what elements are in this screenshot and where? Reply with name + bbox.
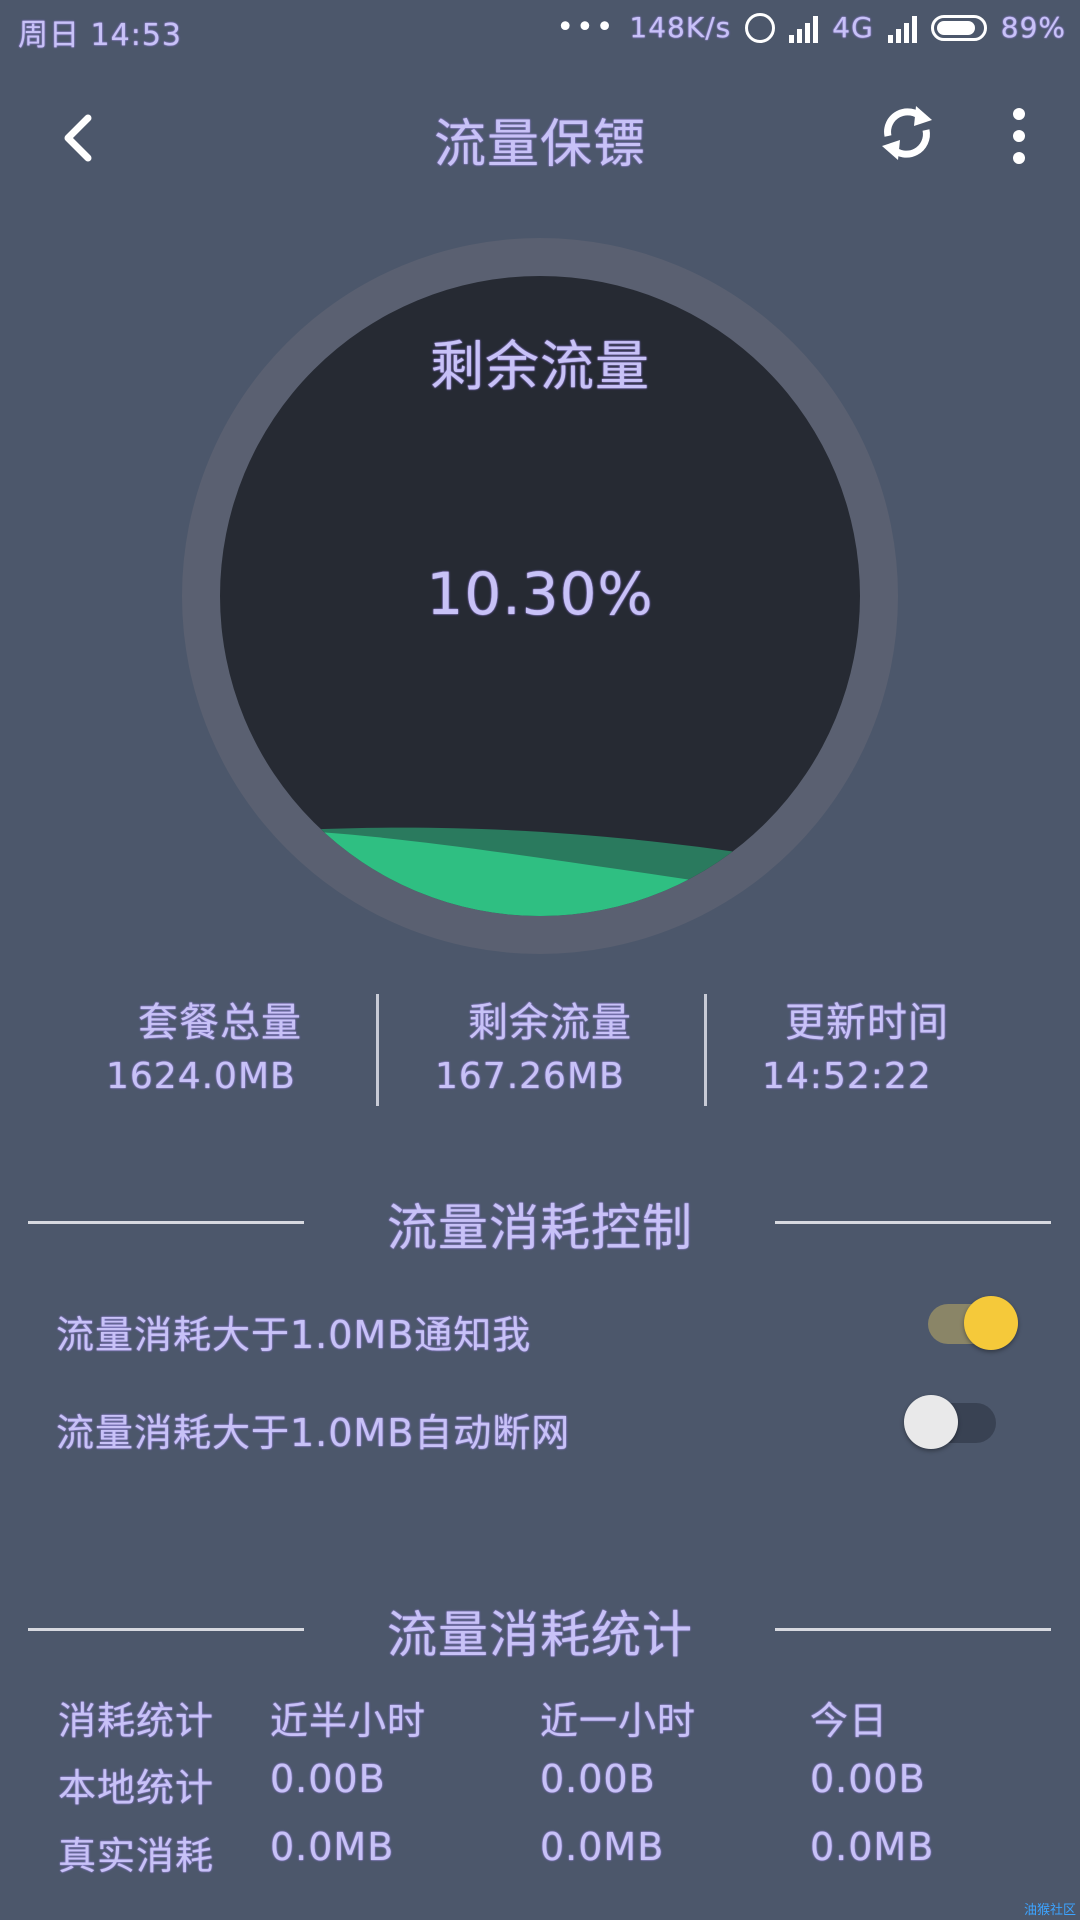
notify-toggle[interactable]: [928, 1296, 1018, 1350]
refresh-icon[interactable]: [872, 98, 942, 168]
gauge-percent: 10.30%: [426, 560, 654, 628]
table-header: 近半小时: [270, 1699, 427, 1743]
table-cell: 0.0MB: [270, 1825, 395, 1869]
table-cell: 0.0MB: [810, 1825, 935, 1869]
status-icons: ••• 148K/s 4G 89%: [556, 10, 1066, 45]
status-bar: 周日 14:53 ••• 148K/s 4G 89%: [0, 0, 1080, 60]
disconnect-label: 流量消耗大于1.0MB自动断网: [56, 1411, 571, 1455]
info-updated-value: 14:52:22: [762, 1056, 932, 1097]
battery-icon: [930, 14, 987, 41]
table-cell: 真实消耗: [58, 1834, 215, 1878]
notify-label: 流量消耗大于1.0MB通知我: [56, 1313, 532, 1357]
stats-section-title: 流量消耗统计: [387, 1606, 693, 1664]
alarm-icon: [745, 12, 776, 43]
info-total-label: 套餐总量: [138, 1000, 302, 1046]
divider: [775, 1221, 1051, 1224]
gauge-label: 剩余流量: [430, 335, 650, 398]
table-cell: 0.00B: [810, 1757, 926, 1801]
watermark: 油猴社区: [1023, 1903, 1076, 1918]
info-total-value: 1624.0MB: [106, 1056, 296, 1097]
auto-disconnect-toggle[interactable]: [904, 1395, 996, 1449]
signal-icon-2: [887, 13, 917, 43]
info-remain-value: 167.26MB: [435, 1056, 625, 1097]
table-header: 今日: [810, 1699, 889, 1743]
dots-icon: •••: [556, 10, 616, 45]
network-type: 4G: [832, 11, 874, 44]
control-section-heading: 流量消耗控制: [0, 1188, 1080, 1258]
status-time: 周日 14:53: [18, 18, 182, 53]
signal-icon: [789, 13, 819, 43]
info-total: 套餐总量 1624.0MB: [55, 990, 385, 1110]
table-cell: 0.0MB: [540, 1825, 665, 1869]
table-cell: 0.00B: [540, 1757, 656, 1801]
stats-section-heading: 流量消耗统计: [0, 1595, 1080, 1665]
table-cell: 本地统计: [58, 1766, 215, 1810]
info-updated: 更新时间 14:52:22: [702, 990, 1032, 1110]
toggle-knob: [964, 1296, 1018, 1350]
table-cell: 0.00B: [270, 1757, 386, 1801]
toggle-knob: [904, 1395, 958, 1449]
traffic-info-row: 套餐总量 1624.0MB 剩余流量 167.26MB 更新时间 14:52:2…: [0, 990, 1080, 1110]
info-remain: 剩余流量 167.26MB: [385, 990, 715, 1110]
table-header: 消耗统计: [58, 1699, 215, 1743]
info-remain-label: 剩余流量: [468, 1000, 632, 1046]
app-bar: 流量保镖: [0, 80, 1080, 190]
table-header: 近一小时: [540, 1699, 697, 1743]
divider: [376, 994, 379, 1106]
network-speed: 148K/s: [629, 11, 732, 44]
divider: [775, 1628, 1051, 1631]
more-vert-icon[interactable]: [1000, 106, 1038, 166]
control-section-title: 流量消耗控制: [387, 1199, 693, 1257]
info-updated-label: 更新时间: [785, 1000, 949, 1046]
battery-percent: 89%: [1000, 11, 1066, 44]
